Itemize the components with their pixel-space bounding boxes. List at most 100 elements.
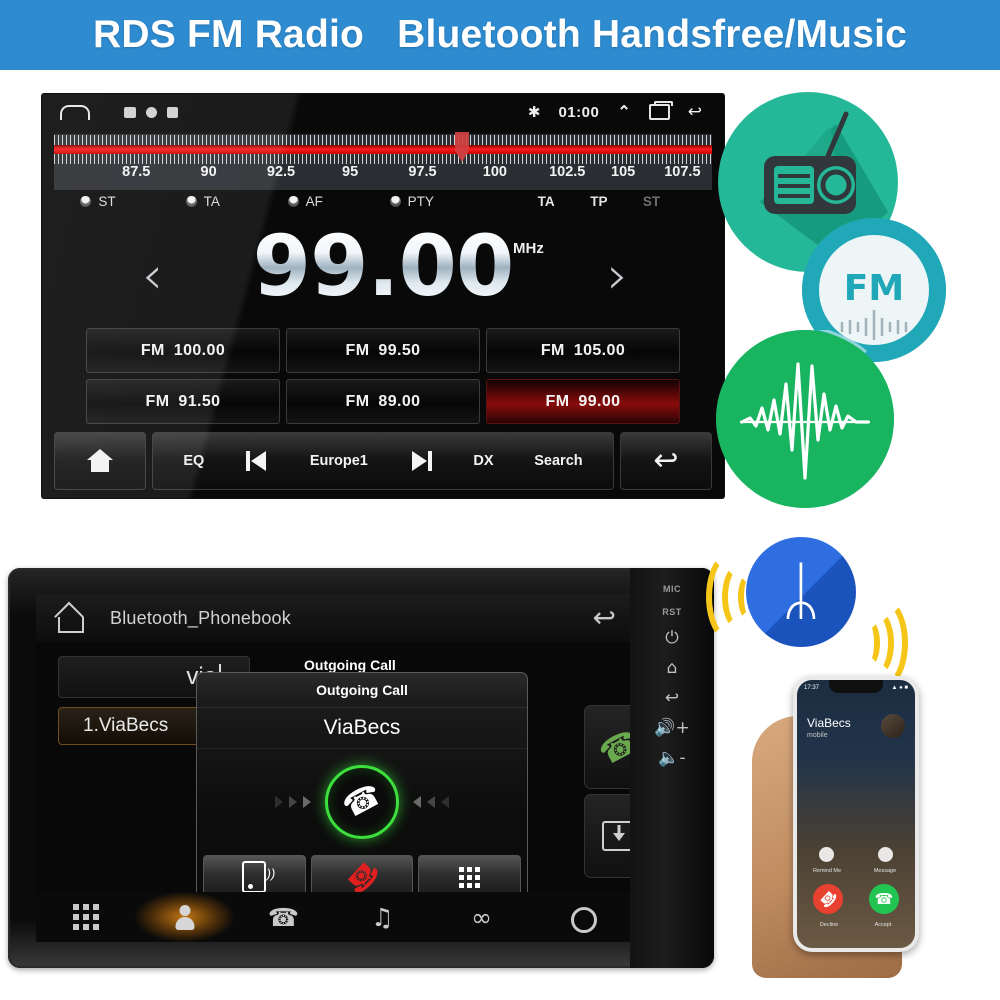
message-button[interactable]	[878, 847, 893, 862]
bluetooth-screen: Bluetooth_Phonebook ↩ via 1.ViaBecs Outg…	[36, 594, 630, 942]
frequency-unit: MHz	[513, 240, 544, 257]
radio-status-bar: ✱ 01:00 ⌃ ↩	[42, 94, 724, 130]
prev-track-button[interactable]	[245, 451, 269, 471]
preset-button-6[interactable]: FM 99.00	[486, 379, 680, 424]
svg-text:FM: FM	[844, 268, 904, 309]
nav-contacts[interactable]	[135, 892, 234, 942]
rds-toggle-st[interactable]: ST	[80, 194, 116, 209]
phone-transfer-icon: ))	[242, 861, 275, 893]
mic-label: MIC	[663, 584, 681, 594]
bluetooth-icon: ✱	[527, 103, 541, 121]
remind-me-label: Remind Me	[812, 868, 842, 874]
power-icon[interactable]: ⏻	[665, 630, 678, 647]
tuner-tick-label: 100	[482, 164, 507, 180]
tuner-ticks-bottom	[54, 154, 712, 164]
keypad-icon	[72, 904, 99, 930]
nav-settings[interactable]	[531, 892, 630, 942]
dialog-title: Outgoing Call	[197, 673, 527, 708]
next-track-button[interactable]	[409, 451, 433, 471]
signal-waves-right	[850, 592, 910, 688]
waveform-badge	[716, 322, 894, 508]
tuner-tick-labels: 87.5 90 92.5 95 97.5 100 102.5 105 107.5	[54, 164, 712, 188]
volume-up-icon[interactable]: 🔊+	[654, 720, 689, 737]
preset-button-4[interactable]: FM 91.50	[86, 379, 280, 424]
back-icon[interactable]: ↩	[688, 102, 702, 122]
preset-frequency: 99.00	[578, 392, 621, 410]
nav-call-log[interactable]: ☎	[234, 892, 333, 942]
radio-bottom-toolbar: EQ Europe1 DX Search ↩	[54, 432, 712, 490]
outgoing-call-dialog: Outgoing Call ViaBecs ☎ )) ☎	[196, 672, 528, 906]
back-button[interactable]: ↩	[620, 432, 712, 490]
rds-toggle-af[interactable]: AF	[287, 194, 323, 209]
back-icon[interactable]: ↩	[665, 690, 679, 707]
preset-button-3[interactable]: FM 105.00	[486, 328, 680, 373]
waveform-badge-art	[716, 322, 894, 508]
chevron-up-icon[interactable]: ⌃	[617, 102, 630, 122]
home-icon[interactable]: ⌂	[667, 660, 678, 677]
accept-call-button[interactable]: ☎	[869, 884, 899, 914]
nav-keypad[interactable]	[36, 892, 135, 942]
preset-button-2[interactable]: FM 99.50	[286, 328, 480, 373]
region-button[interactable]: Europe1	[310, 453, 368, 469]
rds-toggle-pty[interactable]: PTY	[389, 194, 434, 209]
circle-icon	[146, 106, 157, 118]
tuner-tick-label: 87.5	[122, 164, 151, 180]
accept-label: Accept	[874, 922, 892, 928]
home-button[interactable]	[54, 432, 146, 490]
rds-status-tp: TP	[590, 194, 608, 209]
prev-track-icon	[245, 451, 269, 471]
handset-icon: ☎	[874, 890, 894, 908]
banner-title: RDS FM Radio Bluetooth Handsfree/Music	[92, 13, 908, 56]
person-icon	[175, 905, 195, 929]
next-station-button[interactable]: ›	[607, 250, 628, 302]
eq-button[interactable]: EQ	[183, 453, 204, 469]
preset-frequency: 99.50	[378, 341, 421, 359]
volume-down-icon[interactable]: 🔈-	[658, 750, 685, 767]
remind-me-button[interactable]	[819, 847, 834, 862]
phone-clock: 17:37	[804, 685, 820, 691]
rds-indicator-row: ST TA AF PTY TA TP ST	[54, 194, 712, 216]
home-icon[interactable]	[60, 104, 90, 120]
rds-status-ta: TA	[537, 194, 555, 209]
frequency-display: ‹ 99.00 MHz ›	[42, 222, 724, 322]
outgoing-chevrons-right	[413, 795, 449, 808]
phone-status-icons: ▲ ● ■	[891, 685, 908, 691]
page-banner: RDS FM Radio Bluetooth Handsfree/Music	[0, 0, 1000, 70]
recents-icon[interactable]	[648, 101, 673, 120]
outgoing-call-label: Outgoing Call	[304, 657, 396, 673]
tuner-tick-label: 107.5	[664, 164, 701, 180]
preset-band: FM	[345, 392, 370, 410]
preset-button-1[interactable]: FM 100.00	[86, 328, 280, 373]
search-button[interactable]: Search	[534, 453, 582, 469]
tuner-scale[interactable]: 87.5 90 92.5 95 97.5 100 102.5 105 107.5	[54, 132, 712, 190]
decline-call-button[interactable]: ☎	[813, 884, 843, 914]
preset-button-5[interactable]: FM 89.00	[286, 379, 480, 424]
phone-screen: 17:37 ▲ ● ■ ViaBecs mobile Remind Me Mes…	[797, 680, 915, 948]
radio-controls-group: EQ Europe1 DX Search	[152, 432, 614, 490]
outgoing-chevrons-left	[275, 795, 311, 808]
link-icon: ∞	[471, 902, 492, 932]
nav-pair[interactable]: ∞	[432, 892, 531, 942]
led-icon	[80, 196, 92, 207]
dx-button[interactable]: DX	[473, 453, 493, 469]
bluetooth-bottom-nav: ☎ ♫ ∞	[36, 892, 630, 942]
led-icon	[185, 196, 197, 207]
preset-frequency: 105.00	[573, 341, 626, 359]
decline-label: Decline	[819, 922, 839, 928]
caller-name: ViaBecs	[807, 716, 851, 730]
bluetooth-head-unit: Bluetooth_Phonebook ↩ via 1.ViaBecs Outg…	[8, 568, 714, 968]
music-note-icon: ♫	[371, 902, 394, 932]
preset-frequency: 91.50	[178, 392, 221, 410]
gear-icon	[569, 905, 597, 933]
tuner-tick-label: 92.5	[266, 164, 296, 180]
preset-band: FM	[345, 341, 370, 359]
nav-music[interactable]: ♫	[333, 892, 432, 942]
tuner-tick-label: 102.5	[549, 164, 586, 180]
call-log-icon: ☎	[267, 902, 300, 932]
back-icon[interactable]: ↩	[593, 604, 616, 632]
rds-toggle-ta[interactable]: TA	[185, 194, 220, 209]
tuner-red-bar	[54, 145, 712, 154]
home-icon[interactable]	[54, 605, 84, 633]
clock: 01:00	[558, 103, 600, 121]
keypad-icon	[459, 866, 481, 888]
